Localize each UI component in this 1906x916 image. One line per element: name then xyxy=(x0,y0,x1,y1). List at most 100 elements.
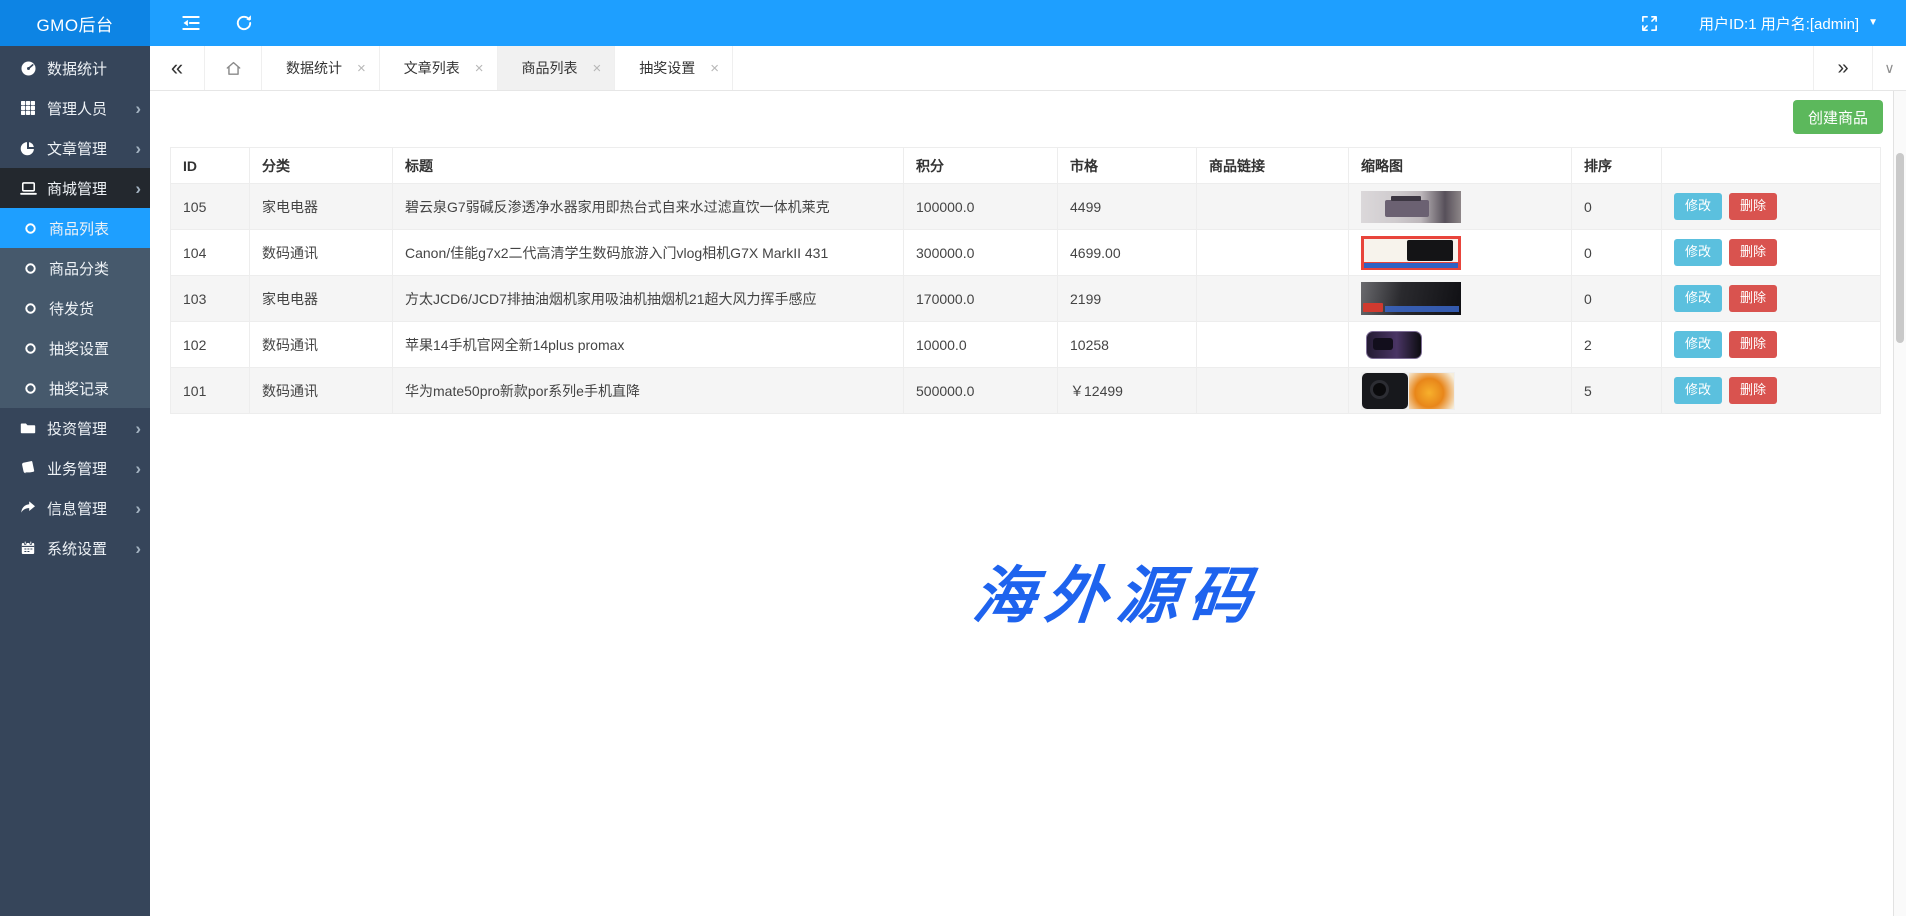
sidebar-item-mall[interactable]: 商城管理› xyxy=(0,168,150,208)
header-right: 用户ID:1 用户名:[admin] ▼ xyxy=(1640,13,1906,34)
sidebar-item-investment[interactable]: 投资管理› xyxy=(0,408,150,448)
sidebar-item-lottery-settings[interactable]: 抽奖设置 xyxy=(0,328,150,368)
tabs-scroll-left-button[interactable]: « xyxy=(150,46,205,90)
close-icon[interactable]: × xyxy=(475,61,484,76)
edit-button[interactable]: 修改 xyxy=(1674,193,1722,220)
delete-button[interactable]: 删除 xyxy=(1729,331,1777,358)
user-label: 用户ID:1 用户名:[admin] xyxy=(1699,13,1859,34)
sidebar-item-admins[interactable]: 管理人员› xyxy=(0,88,150,128)
delete-button[interactable]: 删除 xyxy=(1729,377,1777,404)
sidebar-item-data-stats[interactable]: 数据统计 xyxy=(0,48,150,88)
fullscreen-icon[interactable] xyxy=(1640,14,1659,33)
water-purifier-thumbnail xyxy=(1361,191,1461,223)
main-content: 创建商品 ID分类标题积分市格商品链接缩略图排序 105家电电器碧云泉G7弱碱反… xyxy=(150,91,1906,916)
cell-price: ￥12499 xyxy=(1058,368,1197,414)
chevron-right-icon: › xyxy=(135,140,141,157)
tab-lottery-settings[interactable]: 抽奖设置× xyxy=(615,46,733,90)
home-icon xyxy=(224,59,243,78)
chevron-right-icon: › xyxy=(135,180,141,197)
cell-points: 10000.0 xyxy=(904,322,1058,368)
tab-goods-list[interactable]: 商品列表 × xyxy=(498,46,616,90)
cell-actions: 修改删除 xyxy=(1662,230,1881,276)
circle-icon xyxy=(21,299,39,317)
vertical-scrollbar[interactable] xyxy=(1893,91,1906,916)
cell-id: 105 xyxy=(171,184,250,230)
chevron-right-icon: › xyxy=(135,420,141,437)
refresh-glyph xyxy=(234,13,254,33)
sidebar-item-goods-list[interactable]: 商品列表 xyxy=(0,208,150,248)
cell-sort: 0 xyxy=(1572,276,1662,322)
delete-button[interactable]: 删除 xyxy=(1729,193,1777,220)
sidebar-item-lottery-records[interactable]: 抽奖记录 xyxy=(0,368,150,408)
products-table: ID分类标题积分市格商品链接缩略图排序 105家电电器碧云泉G7弱碱反渗透净水器… xyxy=(170,147,1881,414)
sidebar-item-information[interactable]: 信息管理› xyxy=(0,488,150,528)
cell-link xyxy=(1197,230,1349,276)
column-header: 分类 xyxy=(250,148,393,184)
sidebar-item-label: 数据统计 xyxy=(47,58,141,79)
sidebar-item-business[interactable]: 业务管理› xyxy=(0,448,150,488)
pie-icon xyxy=(19,139,37,157)
column-header: 标题 xyxy=(393,148,904,184)
user-menu[interactable]: 用户ID:1 用户名:[admin] ▼ xyxy=(1699,13,1906,34)
folder-icon xyxy=(19,419,37,437)
edit-button[interactable]: 修改 xyxy=(1674,285,1722,312)
scrollbar-thumb[interactable] xyxy=(1896,153,1904,343)
cell-actions: 修改删除 xyxy=(1662,368,1881,414)
edit-button[interactable]: 修改 xyxy=(1674,239,1722,266)
delete-button[interactable]: 删除 xyxy=(1729,285,1777,312)
cell-id: 104 xyxy=(171,230,250,276)
sidebar-item-label: 投资管理 xyxy=(47,418,135,439)
tab-article-list[interactable]: 文章列表× xyxy=(380,46,498,90)
close-icon[interactable]: × xyxy=(593,61,602,76)
sidebar-item-label: 商品列表 xyxy=(49,218,141,239)
iphone-thumbnail xyxy=(1361,322,1427,367)
cell-id: 102 xyxy=(171,322,250,368)
table-row: 102数码通讯苹果14手机官网全新14plus promax10000.0102… xyxy=(171,322,1881,368)
cell-title: 方太JCD6/JCD7排抽油烟机家用吸油机抽烟机21超大风力挥手感应 xyxy=(393,276,904,322)
sidebar-item-system-settings[interactable]: 系统设置› xyxy=(0,528,150,568)
tabs-dropdown-button[interactable]: ∨ xyxy=(1872,46,1906,90)
cell-link xyxy=(1197,322,1349,368)
sidebar-item-label: 抽奖记录 xyxy=(49,378,141,399)
tabs-scroll-right-button[interactable]: » xyxy=(1813,46,1872,90)
table-row: 103家电电器方太JCD6/JCD7排抽油烟机家用吸油机抽烟机21超大风力挥手感… xyxy=(171,276,1881,322)
tab-data-stats[interactable]: 数据统计× xyxy=(262,46,380,90)
cell-thumbnail xyxy=(1349,322,1572,368)
sidebar-item-pending-shipment[interactable]: 待发货 xyxy=(0,288,150,328)
grid-icon xyxy=(19,99,37,117)
top-header: GMO后台 用户ID:1 用户名:[admin] ▼ xyxy=(0,0,1906,46)
laptop-icon xyxy=(19,179,37,197)
cell-title: 华为mate50pro新款por系列e手机直降 xyxy=(393,368,904,414)
circle-icon xyxy=(21,219,39,237)
cell-title: 碧云泉G7弱碱反渗透净水器家用即热台式自来水过滤直饮一体机莱克 xyxy=(393,184,904,230)
fullscreen-glyph xyxy=(1640,14,1659,33)
cell-actions: 修改删除 xyxy=(1662,276,1881,322)
collapse-menu-glyph xyxy=(180,12,202,34)
delete-button[interactable]: 删除 xyxy=(1729,239,1777,266)
close-icon[interactable]: × xyxy=(357,61,366,76)
chevron-right-icon: › xyxy=(135,100,141,117)
sidebar-item-articles[interactable]: 文章管理› xyxy=(0,128,150,168)
cell-sort: 5 xyxy=(1572,368,1662,414)
cell-thumbnail xyxy=(1349,368,1572,414)
collapse-sidebar-icon[interactable] xyxy=(180,12,202,34)
range-hood-thumbnail xyxy=(1361,282,1461,315)
cell-thumbnail xyxy=(1349,276,1572,322)
tab-label: 商品列表 xyxy=(522,58,578,78)
admin-app: GMO后台 用户ID:1 用户名:[admin] ▼ xyxy=(0,0,1906,916)
create-product-button[interactable]: 创建商品 xyxy=(1793,100,1883,134)
close-icon[interactable]: × xyxy=(710,61,719,76)
cell-title: Canon/佳能g7x2二代高清学生数码旅游入门vlog相机G7X MarkII… xyxy=(393,230,904,276)
table-row: 101数码通讯华为mate50pro新款por系列e手机直降500000.0￥1… xyxy=(171,368,1881,414)
sidebar-item-label: 信息管理 xyxy=(47,498,135,519)
cell-price: 10258 xyxy=(1058,322,1197,368)
caret-down-icon: ▼ xyxy=(1868,18,1878,28)
edit-button[interactable]: 修改 xyxy=(1674,331,1722,358)
home-tab[interactable] xyxy=(205,46,262,90)
column-header: 缩略图 xyxy=(1349,148,1572,184)
edit-button[interactable]: 修改 xyxy=(1674,377,1722,404)
cell-sort: 0 xyxy=(1572,184,1662,230)
huawei-phone-thumbnail xyxy=(1361,372,1455,410)
sidebar-item-goods-category[interactable]: 商品分类 xyxy=(0,248,150,288)
refresh-icon[interactable] xyxy=(234,13,254,33)
